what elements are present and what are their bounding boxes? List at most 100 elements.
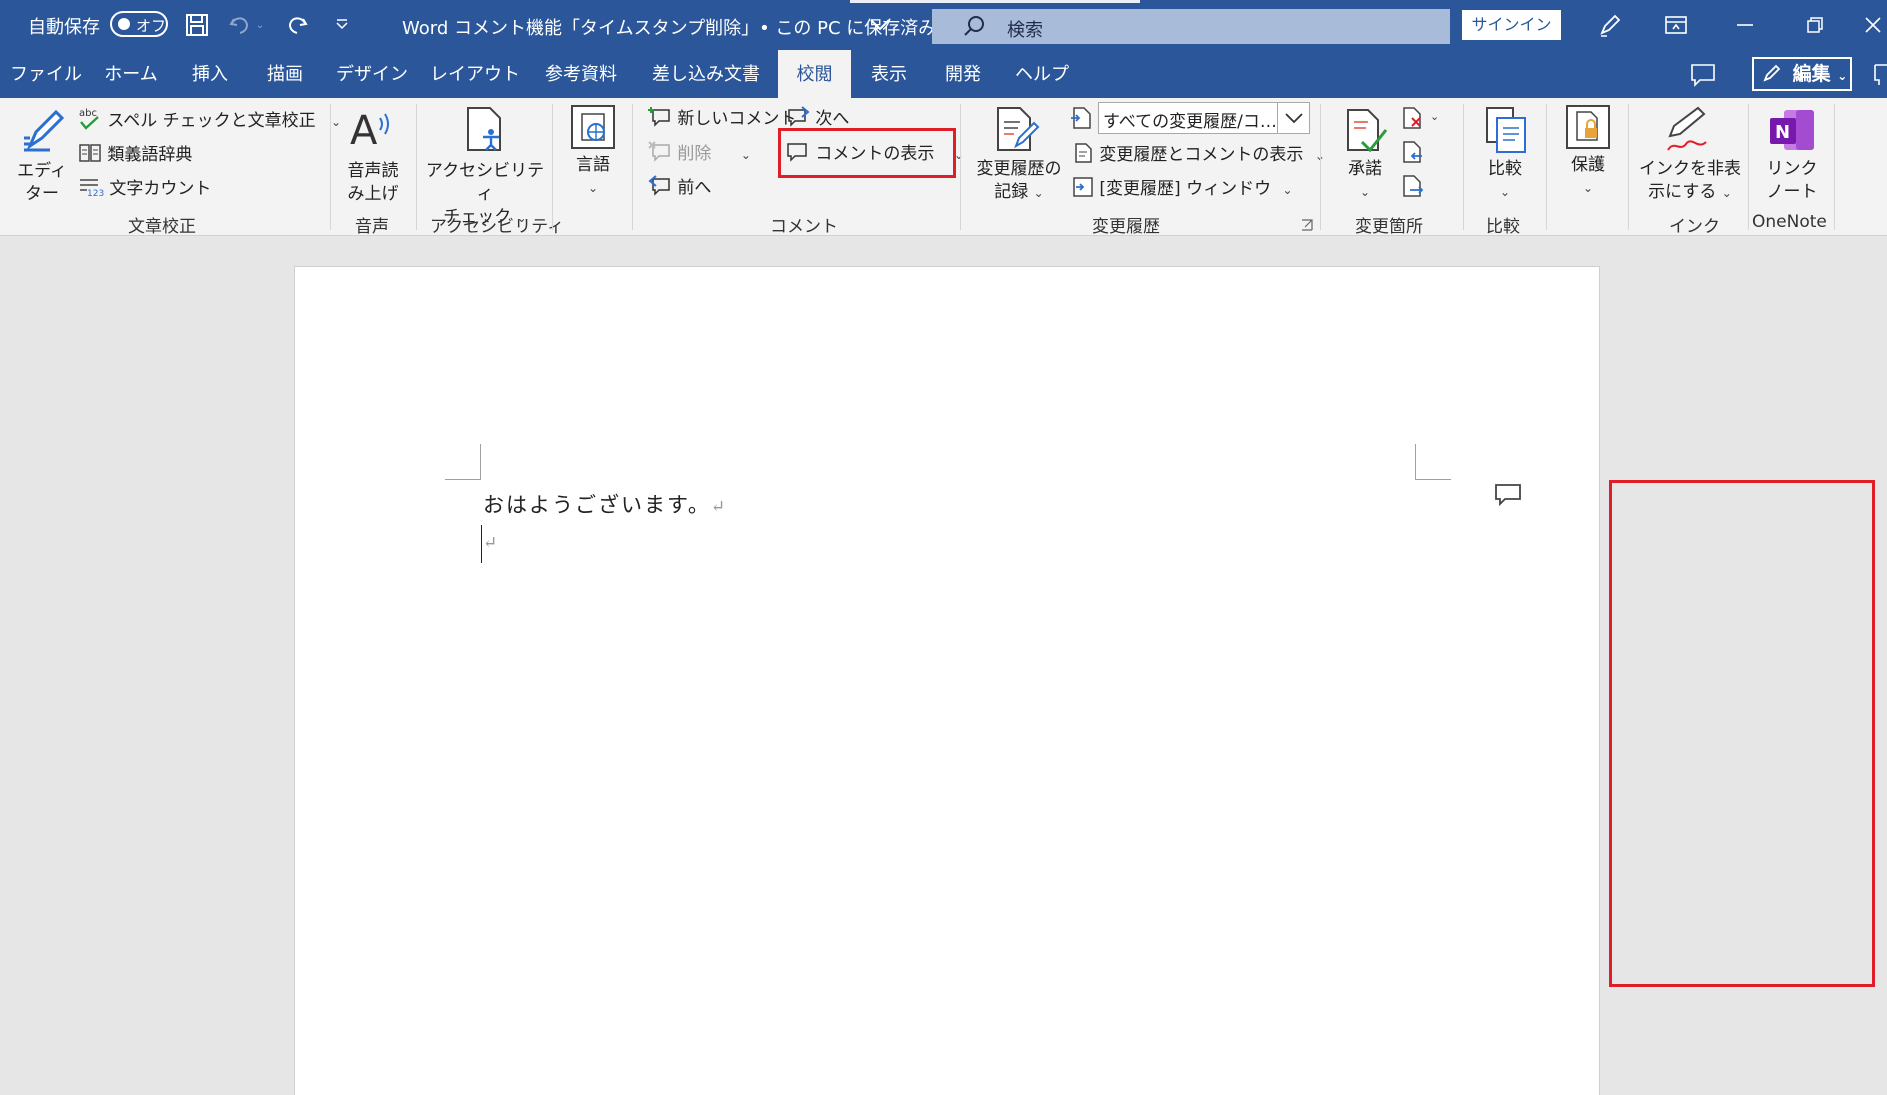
tab-file[interactable]: ファイル: [10, 50, 82, 98]
read-aloud-line2: み上げ: [347, 184, 399, 204]
linked-notes-line2: ノート: [1766, 182, 1818, 202]
undo-dropdown-icon[interactable]: ⌄: [253, 10, 267, 40]
text-cursor: [481, 525, 482, 563]
hide-ink-icon[interactable]: [1664, 106, 1710, 158]
accept-label: 承諾: [1348, 159, 1382, 179]
editor-label-line2: ター: [25, 184, 59, 204]
ribbon-tabs: ファイル ホーム 挿入 描画 デザイン レイアウト 参考資料 差し込み文書 校閲…: [0, 50, 1887, 98]
accept-button[interactable]: 承諾 ⌄: [1335, 158, 1395, 204]
reviewing-pane-icon: [1073, 177, 1093, 197]
ribbon-display-icon[interactable]: [1656, 8, 1696, 42]
group-separator: [960, 104, 961, 230]
display-for-review-dropdown[interactable]: すべての変更履歴/コ…: [1098, 102, 1310, 134]
display-for-review-icon: [1070, 106, 1094, 134]
svg-text:abc: abc: [79, 108, 97, 119]
group-separator: [632, 104, 633, 230]
compare-button[interactable]: 比較 ⌄: [1475, 158, 1535, 204]
tab-references[interactable]: 参考資料: [536, 50, 626, 98]
tab-developer[interactable]: 開発: [938, 50, 988, 98]
document-page[interactable]: おはようございます。↵ ↵: [294, 266, 1600, 1095]
thesaurus-button[interactable]: 類義語辞典: [78, 140, 192, 165]
hide-ink-line2: 示にする: [1648, 182, 1717, 202]
linked-notes-button[interactable]: リンク ノート: [1758, 158, 1826, 204]
ribbon-body: エディ ター abc スペル チェックと文章校正 ⌄ 類義語辞典 123 文字カ…: [0, 98, 1887, 237]
group-separator: [1320, 104, 1321, 230]
language-label: 言語: [576, 155, 610, 175]
comments-pane-icon[interactable]: [1690, 63, 1716, 91]
tab-insert[interactable]: 挿入: [185, 50, 235, 98]
title-dropdown-icon[interactable]: [865, 10, 895, 40]
close-icon[interactable]: [1858, 8, 1887, 42]
onenote-icon[interactable]: N: [1768, 106, 1816, 158]
tab-view[interactable]: 表示: [864, 50, 914, 98]
show-markup-button[interactable]: 変更履歴とコメントの表示 ⌄: [1072, 140, 1325, 165]
previous-change-icon[interactable]: [1402, 140, 1426, 168]
group-label-compare: 比較: [1486, 217, 1520, 237]
previous-comment-button[interactable]: 前へ: [648, 173, 711, 198]
show-markup-label: 変更履歴とコメントの表示: [1099, 145, 1304, 165]
tab-design[interactable]: デザイン: [336, 50, 408, 98]
next-change-icon[interactable]: [1402, 174, 1426, 202]
language-button[interactable]: 言語 ⌄: [563, 154, 623, 200]
group-label-changes: 変更箇所: [1355, 217, 1423, 237]
read-aloud-button[interactable]: 音声読 み上げ: [340, 160, 406, 206]
paragraph-mark-icon: ↵: [710, 497, 728, 517]
tab-layout[interactable]: レイアウト: [430, 50, 520, 98]
restore-icon[interactable]: [1795, 8, 1835, 42]
editor-button[interactable]: エディ ター: [12, 160, 72, 206]
tab-mailings[interactable]: 差し込み文書: [647, 50, 765, 98]
customize-qat-icon[interactable]: [327, 10, 357, 40]
group-separator: [1834, 104, 1835, 230]
read-aloud-line1: 音声読: [347, 161, 399, 181]
share-icon[interactable]: [1873, 63, 1887, 91]
accessibility-icon[interactable]: [462, 104, 508, 158]
spell-check-chevron-icon: ⌄: [331, 115, 342, 129]
autosave-toggle[interactable]: オフ: [110, 11, 168, 37]
compare-chevron-icon: ⌄: [1499, 185, 1511, 199]
group-separator: [1748, 104, 1749, 230]
track-changes-button[interactable]: 変更履歴の 記録 ⌄: [972, 158, 1066, 205]
tab-draw[interactable]: 描画: [260, 50, 310, 98]
track-changes-icon[interactable]: [994, 104, 1040, 158]
next-comment-button[interactable]: 次へ: [786, 104, 849, 129]
protect-button[interactable]: 保護 ⌄: [1558, 154, 1618, 200]
save-icon[interactable]: [182, 10, 212, 40]
accept-icon[interactable]: [1344, 106, 1388, 160]
editing-mode-button[interactable]: 編集 ⌄: [1752, 57, 1852, 91]
tab-help[interactable]: ヘルプ: [1013, 50, 1071, 98]
new-comment-label: 新しいコメント: [677, 109, 797, 129]
word-count-button[interactable]: 123 文字カウント: [78, 174, 211, 199]
protect-icon[interactable]: [1565, 104, 1611, 154]
hide-ink-button[interactable]: インクを非表 示にする ⌄: [1636, 158, 1744, 205]
pen-icon[interactable]: [1590, 8, 1630, 42]
read-aloud-icon[interactable]: A: [350, 104, 396, 158]
language-chevron-icon: ⌄: [587, 181, 599, 195]
search-box[interactable]: 検索: [932, 9, 1450, 44]
signin-button[interactable]: サインイン: [1462, 10, 1561, 40]
reject-icon[interactable]: ⌄: [1402, 106, 1442, 134]
tab-review[interactable]: 校閲: [778, 50, 851, 98]
svg-text:123: 123: [87, 189, 104, 198]
paragraph-mark-icon: ↵: [483, 533, 500, 553]
track-changes-chevron-icon: ⌄: [1033, 186, 1044, 200]
document-paragraph[interactable]: おはようございます。↵: [483, 489, 727, 519]
compare-icon[interactable]: [1483, 106, 1529, 158]
reviewing-pane-button[interactable]: [変更履歴] ウィンドウ ⌄: [1072, 174, 1293, 199]
new-comment-button[interactable]: 新しいコメント: [648, 104, 796, 129]
redo-icon[interactable]: [282, 10, 312, 40]
undo-icon[interactable]: [225, 10, 255, 40]
svg-text:N: N: [1775, 122, 1790, 143]
delete-comment-button[interactable]: 削除 ⌄: [648, 139, 751, 164]
group-separator: [1628, 104, 1629, 230]
tracking-options-launcher-icon[interactable]: [1301, 216, 1313, 235]
hide-ink-line1: インクを非表: [1639, 159, 1741, 179]
protect-chevron-icon: ⌄: [1582, 181, 1594, 195]
language-icon[interactable]: [570, 104, 616, 154]
editor-icon[interactable]: [18, 106, 68, 160]
empty-paragraph[interactable]: ↵: [483, 529, 499, 553]
comment-marker-icon[interactable]: [1493, 482, 1523, 512]
highlight-box-show-comments: [778, 128, 956, 178]
tab-home[interactable]: ホーム: [98, 50, 164, 98]
spell-check-button[interactable]: abc スペル チェックと文章校正 ⌄: [78, 106, 341, 132]
minimize-icon[interactable]: [1725, 8, 1765, 42]
